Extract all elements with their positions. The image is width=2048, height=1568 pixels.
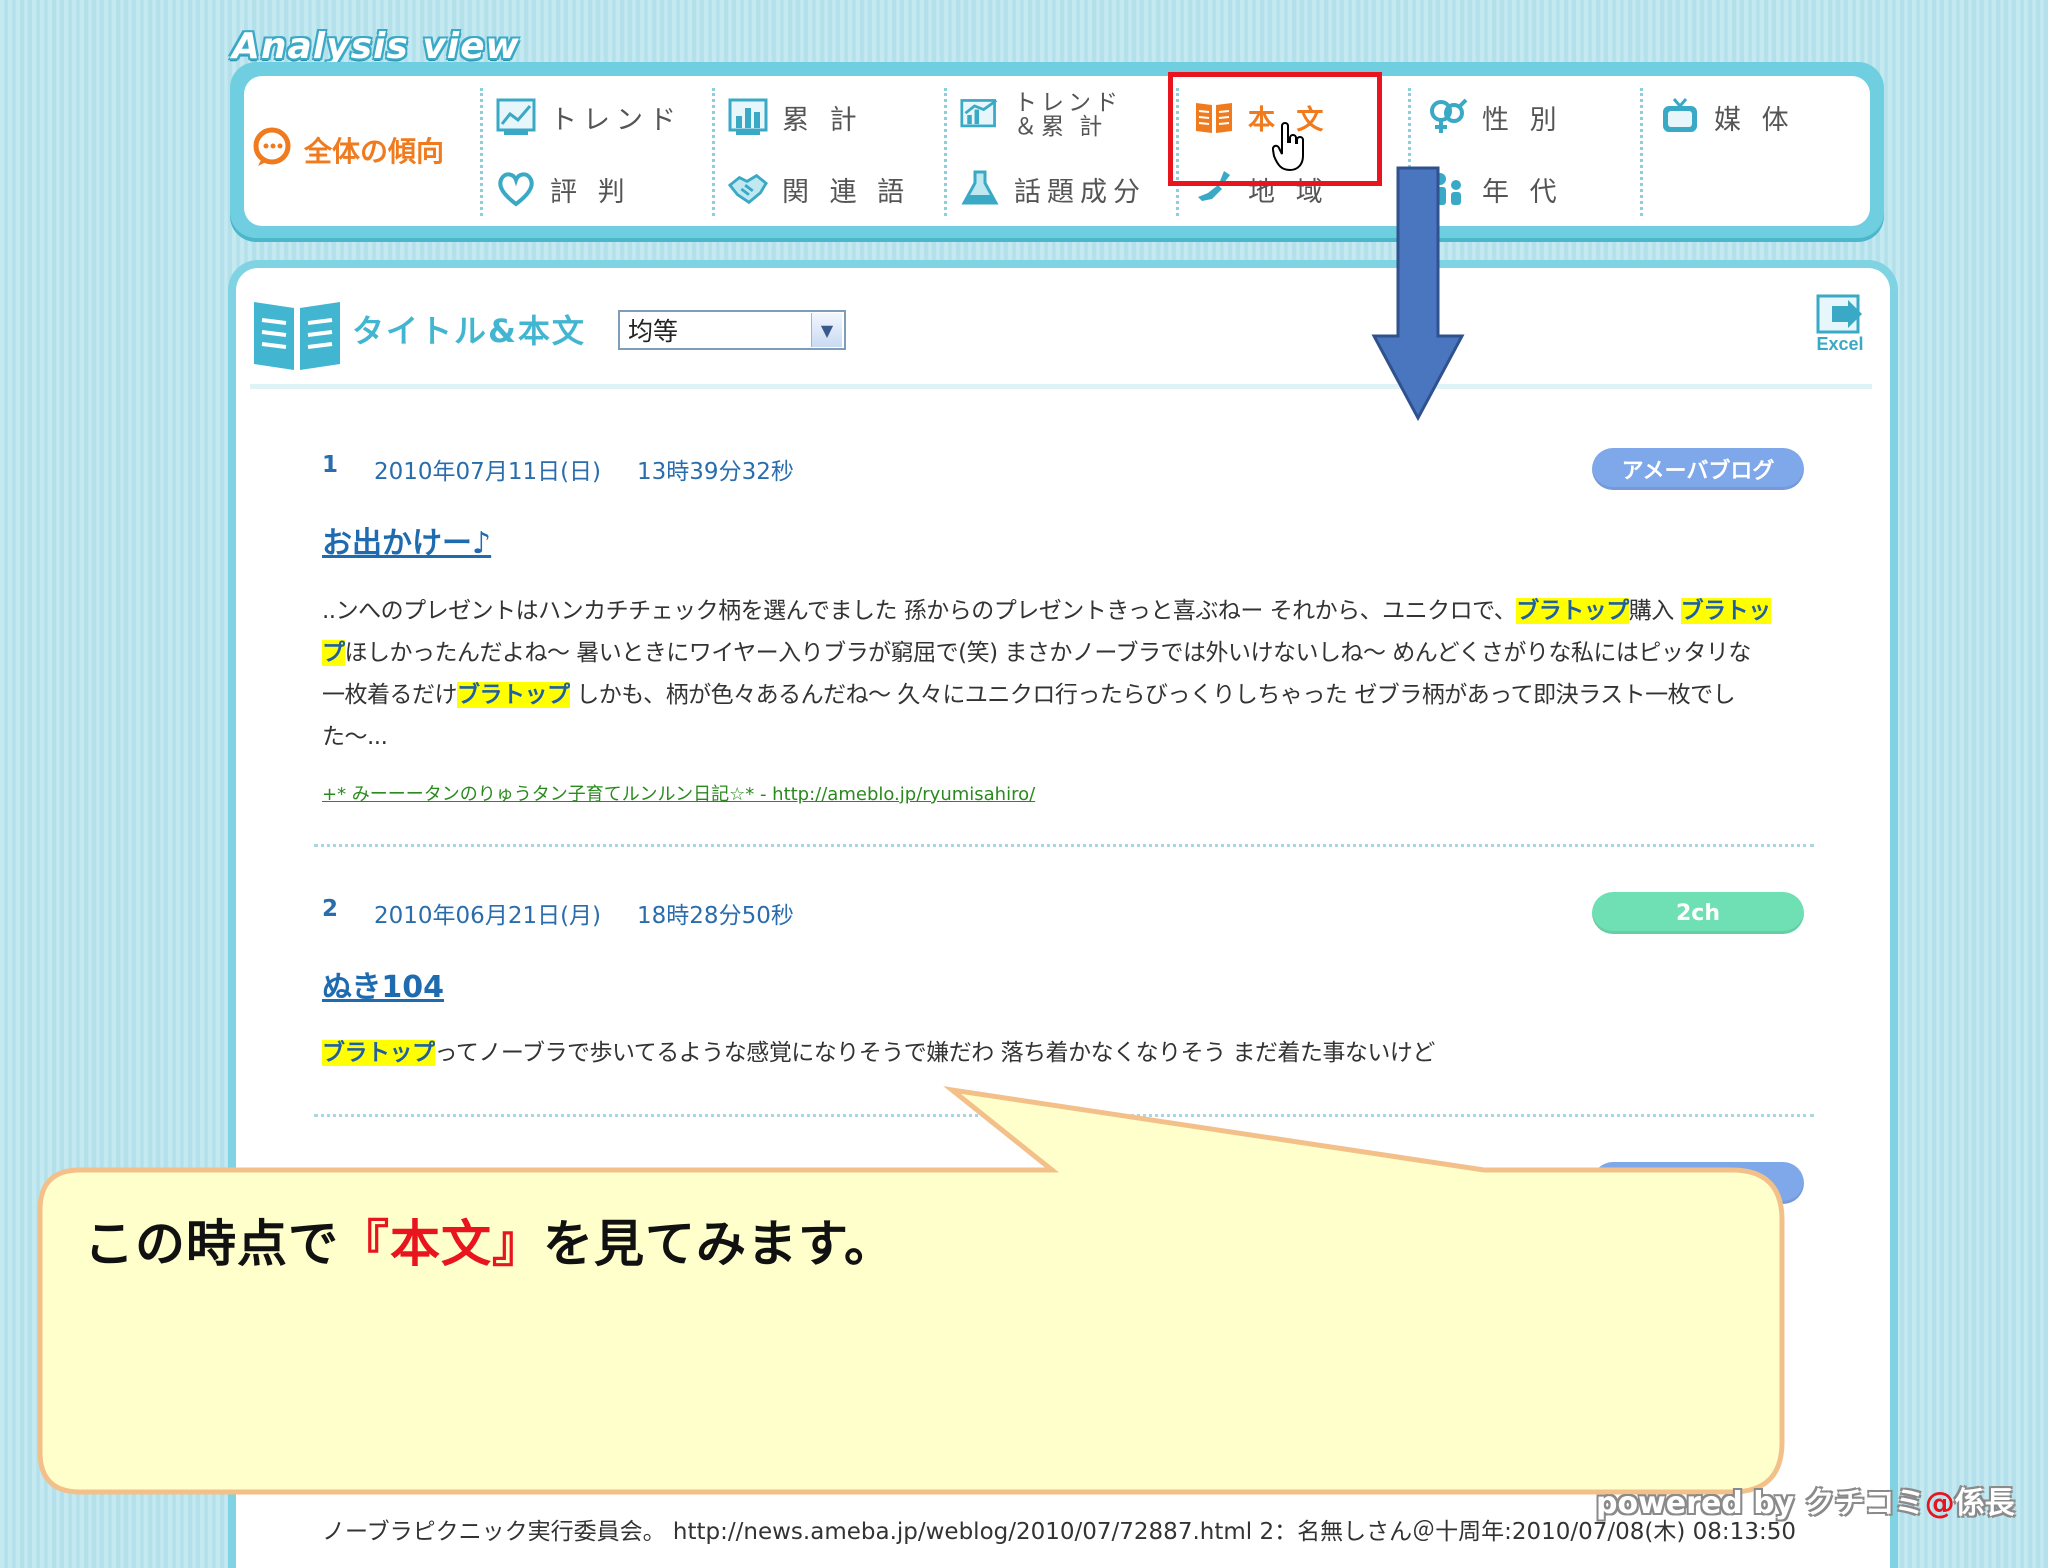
powered-at: @: [1924, 1486, 1955, 1521]
callout-suffix: を見てみます。: [543, 1215, 895, 1273]
callout-text: この時点で『本文』を見てみます。: [84, 1204, 895, 1276]
powered-by-watermark: powered by クチコミ@係長: [1596, 1478, 2015, 1522]
callout-prefix: この時点で: [84, 1215, 339, 1273]
speech-bubble: [37, 1086, 1785, 1495]
callout-bracket: 『: [339, 1215, 390, 1273]
powered-prefix: powered by クチコミ: [1596, 1486, 1925, 1521]
callout-bracket: 』: [492, 1215, 543, 1273]
powered-suffix: 係長: [1954, 1486, 2015, 1521]
callout-highlight: 本文: [390, 1215, 492, 1273]
